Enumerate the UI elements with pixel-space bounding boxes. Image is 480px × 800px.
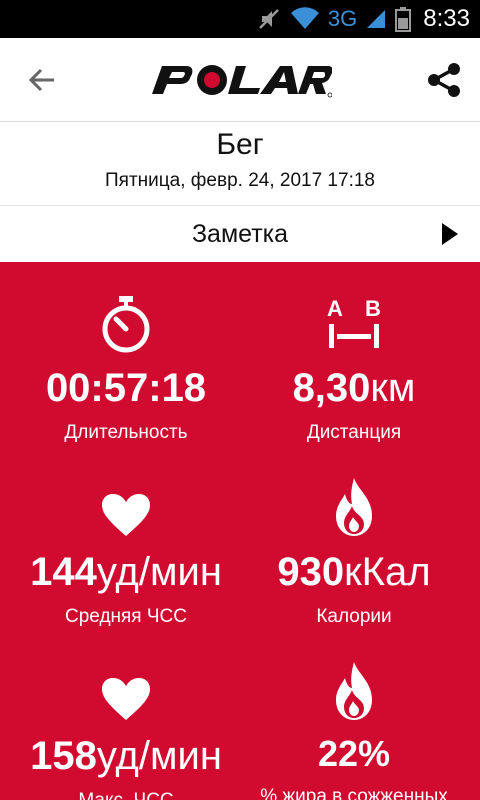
status-bar: 3G 8:33 (0, 0, 480, 38)
arrow-left-icon (28, 68, 54, 92)
status-icons: 3G 8:33 (256, 0, 470, 38)
stat-avg-hr: 144уд/мин Средняя ЧСС (6, 474, 246, 628)
session-header: Бег Пятница, февр. 24, 2017 17:18 (0, 122, 480, 206)
heart-icon (102, 494, 150, 536)
app-bar (0, 38, 480, 122)
wifi-icon (290, 7, 319, 29)
stats-panel: 00:57:18 Длительность A B 8,30км Дистанц… (0, 262, 480, 800)
flame-icon (336, 478, 372, 536)
fat-burn-label: % жира в сожженных (260, 786, 448, 800)
share-icon (428, 63, 460, 97)
stat-distance: A B 8,30км Дистанция (234, 290, 474, 444)
stat-fat-burn: 22% % жира в сожженных (234, 658, 474, 800)
flame-icon (336, 662, 372, 720)
play-icon (442, 223, 458, 245)
max-hr-value: 158 (30, 734, 97, 778)
distance-unit: км (370, 366, 416, 410)
max-hr-label: Макс. ЧСС (6, 790, 246, 800)
calories-unit: кКал (344, 550, 431, 594)
max-hr-unit: уд/мин (96, 734, 222, 778)
calories-value: 930 (277, 550, 345, 594)
distance-ab-icon: A B (327, 296, 381, 348)
note-row[interactable]: Заметка (0, 206, 480, 262)
stat-max-hr: 158уд/мин Макс. ЧСС (6, 658, 246, 800)
signal-icon (367, 10, 386, 28)
mute-icon (259, 9, 279, 29)
calories-label: Калории (316, 606, 392, 627)
duration-value: 00:57:18 (45, 366, 207, 410)
stat-calories: 930кКал Калории (234, 474, 474, 628)
stat-duration: 00:57:18 Длительность (6, 290, 246, 444)
stopwatch-icon (102, 296, 150, 353)
note-label: Заметка (191, 219, 289, 248)
share-button[interactable] (422, 58, 466, 102)
fat-burn-value: 22% (317, 733, 391, 774)
distance-value: 8,30 (292, 366, 371, 410)
avg-hr-label: Средняя ЧСС (65, 606, 187, 627)
session-datetime: Пятница, февр. 24, 2017 17:18 (105, 170, 375, 191)
distance-label: Дистанция (306, 422, 402, 443)
distance-icon-b: B (365, 296, 381, 321)
network-type: 3G (327, 6, 358, 31)
clock: 8:33 (423, 5, 470, 32)
session-title: Бег (216, 128, 264, 161)
polar-logo (152, 65, 332, 98)
avg-hr-unit: уд/мин (96, 550, 222, 594)
avg-hr-value: 144 (30, 550, 97, 594)
battery-icon (395, 7, 412, 32)
back-button[interactable] (22, 60, 62, 100)
distance-icon-a: A (327, 296, 343, 321)
duration-label: Длительность (64, 422, 188, 443)
heart-icon (102, 678, 150, 720)
